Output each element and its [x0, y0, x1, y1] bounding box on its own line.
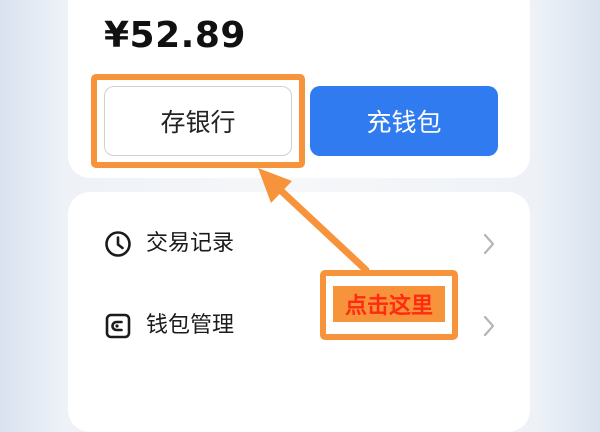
highlight-box [91, 74, 305, 168]
menu-item-label: 钱包管理 [146, 313, 235, 338]
callout-label: 点击这里 [333, 286, 445, 322]
menu-item-transactions[interactable]: 交易记录 [104, 226, 504, 262]
menu-item-label: 交易记录 [146, 231, 235, 256]
top-up-wallet-button[interactable]: 充钱包 [310, 86, 498, 156]
chevron-right-icon [483, 315, 495, 337]
chevron-right-icon [483, 233, 495, 255]
clock-icon [105, 231, 131, 257]
balance-amount: ¥52.89 [104, 15, 246, 56]
wallet-icon [105, 313, 131, 339]
